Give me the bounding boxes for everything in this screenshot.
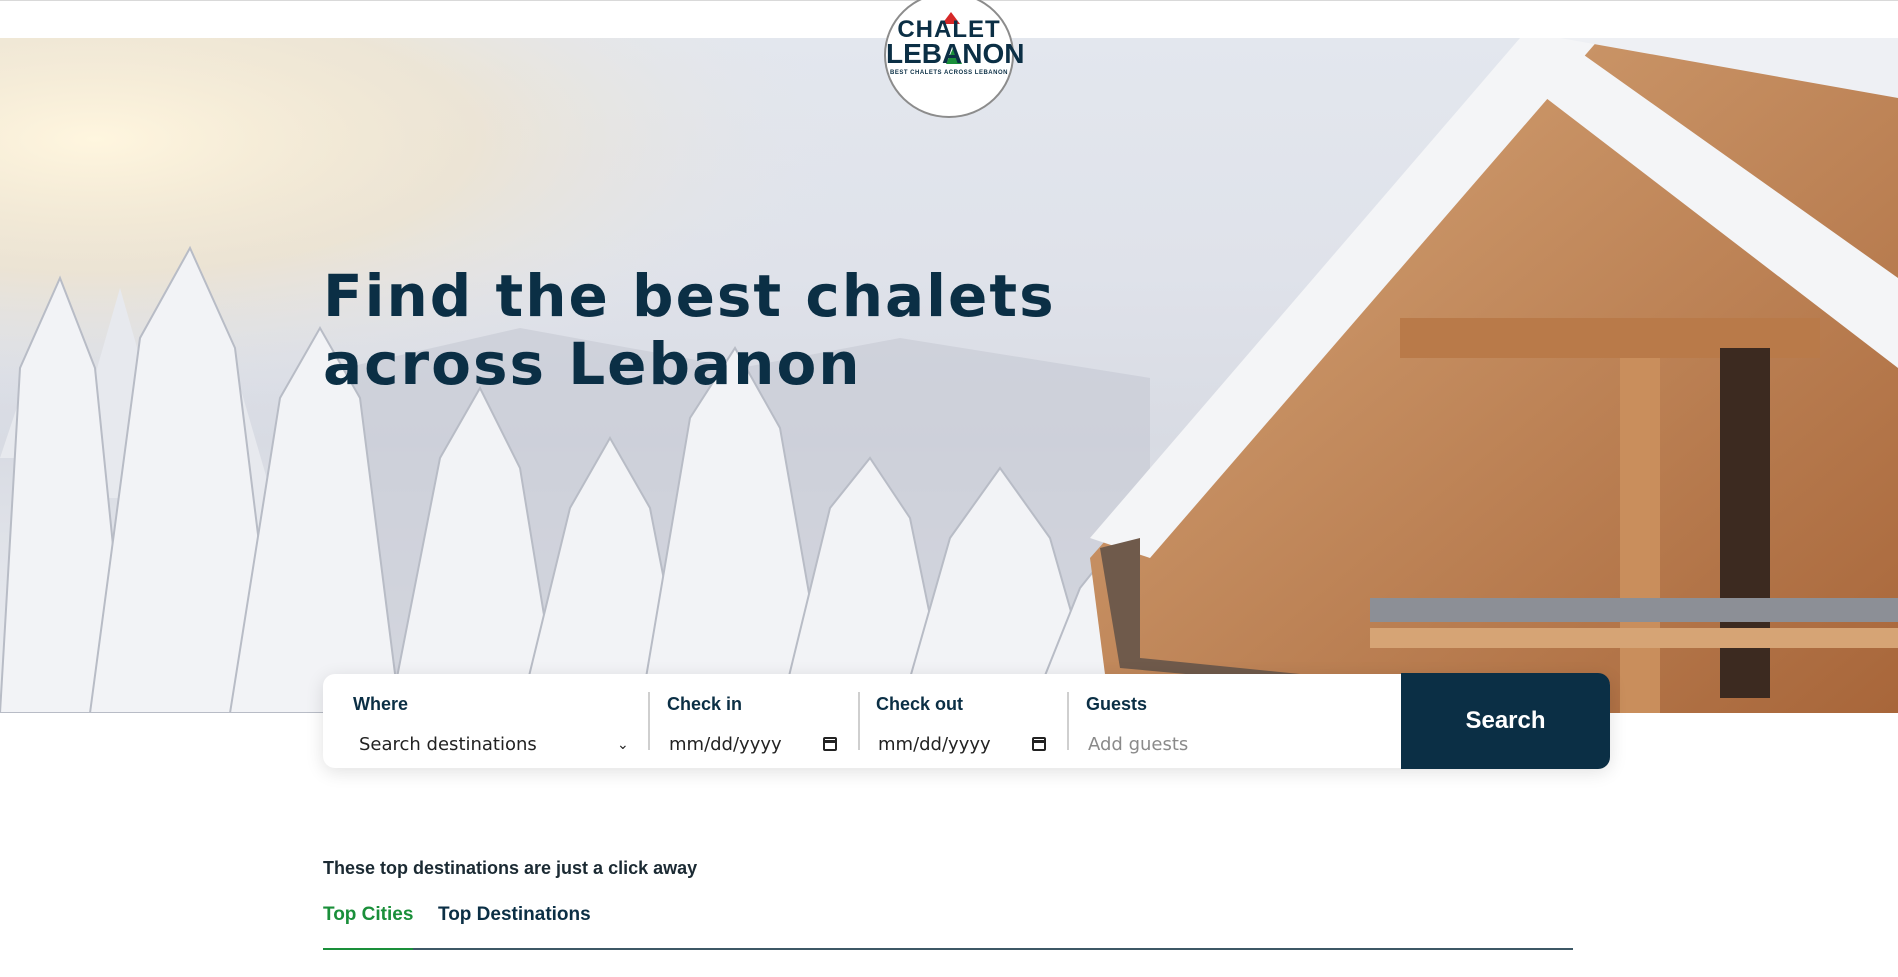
where-field[interactable]: Where Search destinations ⌄ [353, 674, 643, 768]
checkout-field[interactable]: Check out mm/dd/yyyy [876, 674, 1066, 768]
destination-select[interactable]: Search destinations [359, 734, 537, 755]
tab-top-cities[interactable]: Top Cities [323, 904, 413, 926]
tab-top-destinations[interactable]: Top Destinations [438, 904, 591, 926]
search-bar: Where Search destinations ⌄ Check in mm/… [323, 673, 1610, 769]
destinations-subheading: These top destinations are just a click … [323, 858, 698, 878]
checkin-date-input[interactable]: mm/dd/yyyy [669, 734, 782, 755]
hero-headline: Find the best chalets across Lebanon [323, 262, 1056, 398]
checkout-label: Check out [876, 694, 964, 714]
checkin-label: Check in [667, 694, 743, 714]
where-label: Where [353, 694, 409, 714]
guests-label: Guests [1086, 694, 1148, 714]
field-divider [1067, 692, 1069, 750]
search-button[interactable]: Search [1401, 673, 1610, 769]
logo-line2: LEBANON [886, 38, 1025, 69]
guests-input[interactable]: Add guests [1088, 734, 1188, 755]
logo-tagline: BEST CHALETS ACROSS LEBANON [890, 70, 1008, 76]
guests-field[interactable]: Guests Add guests [1086, 674, 1376, 768]
checkout-date-input[interactable]: mm/dd/yyyy [878, 734, 991, 755]
active-tab-indicator [323, 948, 413, 950]
destination-tabs: Top Cities Top Destinations [323, 900, 1573, 950]
field-divider [858, 692, 860, 750]
checkin-field[interactable]: Check in mm/dd/yyyy [667, 674, 857, 768]
field-divider [648, 692, 650, 750]
chevron-down-icon[interactable]: ⌄ [617, 736, 629, 753]
calendar-icon[interactable] [823, 737, 837, 751]
calendar-icon[interactable] [1032, 737, 1046, 751]
